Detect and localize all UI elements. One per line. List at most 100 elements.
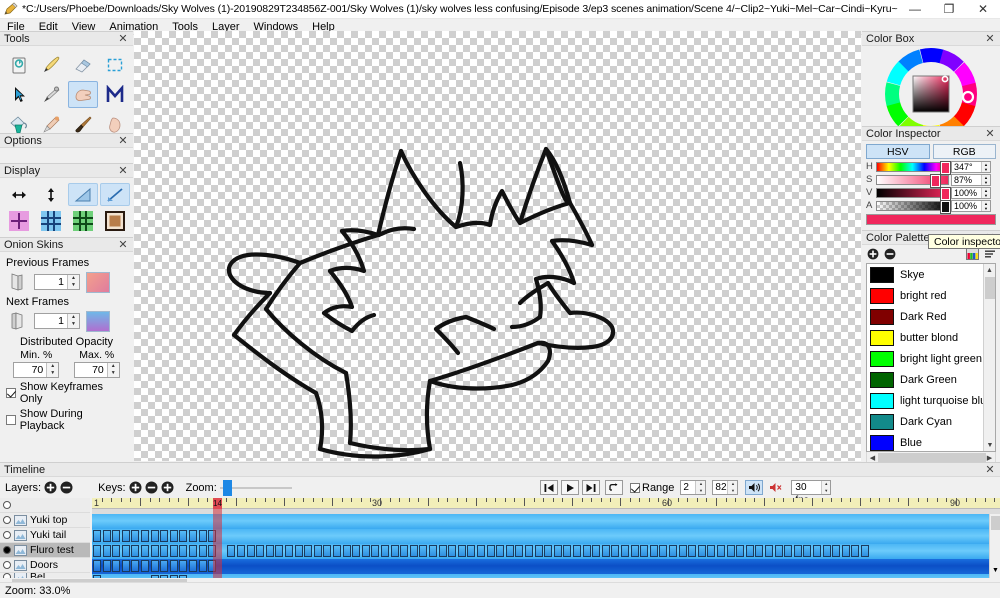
thirds-grid-icon[interactable] [36,209,66,232]
keyframe-cell[interactable] [169,545,178,557]
keyframe-cell[interactable] [419,545,428,557]
keyframe-cell[interactable] [160,530,169,542]
add-layer-icon[interactable] [44,481,57,494]
polyline-tool-button[interactable] [100,81,130,108]
next-frames-spinner[interactable]: 1 ▲ ▼ [34,313,80,329]
color-swatch[interactable] [870,371,894,388]
next-frames-arrows[interactable]: ▲ ▼ [67,314,79,328]
show-keyframes-only-row[interactable]: Show Keyframes Only [6,381,127,405]
keyframe-cell[interactable] [285,545,293,557]
keyframe-cell[interactable] [697,545,706,557]
color-swatch[interactable] [870,350,894,367]
safe-area-icon[interactable] [100,209,130,232]
keyframe-cell[interactable] [160,560,169,572]
keyframe-cell[interactable] [265,545,274,557]
keyframe-cell[interactable] [160,545,169,557]
keyframe-cell[interactable] [553,545,562,557]
hue-slider[interactable] [876,161,950,174]
keyframe-cell[interactable] [208,530,217,542]
track-row[interactable] [92,514,1000,529]
tab-hsv[interactable]: HSV [866,144,930,159]
show-during-playback-row[interactable]: Show During Playback [6,408,127,432]
keyframe-cell[interactable] [304,545,313,557]
color-swatch[interactable] [870,413,894,430]
keyframe-cell[interactable] [131,560,140,572]
keyframe-cell[interactable] [208,545,217,557]
keyframe-cell[interactable] [717,545,725,557]
list-item[interactable]: butter blond [867,327,995,348]
keyframe-cell[interactable] [169,560,178,572]
list-item[interactable]: bright light green [867,348,995,369]
keyframe-cell[interactable] [621,545,629,557]
flip-vertical-icon[interactable] [36,183,66,206]
keyframe-cell[interactable] [189,530,197,542]
color-swatch[interactable] [870,287,894,304]
keyframe-cell[interactable] [774,545,783,557]
timeline-ruler[interactable]: 1 30 60 90 [92,498,1000,509]
visibility-toggle-icon[interactable] [3,561,11,569]
keyframe-cell[interactable] [707,545,716,557]
previous-frames-arrows[interactable]: ▲ ▼ [67,275,79,289]
keyframe-cell[interactable] [189,560,197,572]
list-item[interactable]: bright red [867,285,995,306]
maximize-button[interactable]: ❐ [932,0,966,19]
keyframe-cell[interactable] [400,545,409,557]
next-onion-icon[interactable] [6,310,28,332]
add-key-icon[interactable] [129,481,142,494]
alpha-value-spinner[interactable]: 100% ▲ ▼ [951,199,991,212]
keyframe-cell[interactable] [457,545,466,557]
keyframe-cell[interactable] [736,545,745,557]
keyframe-cell[interactable] [630,545,639,557]
keyframe-cell[interactable] [198,560,207,572]
visibility-toggle-icon[interactable] [3,546,11,554]
keyframe-cell[interactable] [150,530,159,542]
keyframe-cell[interactable] [832,545,841,557]
keyframe-cell[interactable] [237,545,245,557]
keyframe-cell[interactable] [198,545,207,557]
timeline-zoom-slider[interactable] [219,479,292,496]
keyframe-cell[interactable] [112,530,121,542]
keyframe-cell[interactable] [112,545,121,557]
grid-icon[interactable] [68,209,98,232]
visibility-toggle-icon[interactable] [3,501,11,509]
keyframe-cell[interactable] [352,545,361,557]
keyframe-cell[interactable] [755,545,764,557]
pencil-tool-button[interactable] [36,51,66,78]
keyframe-cell[interactable] [93,530,101,542]
keyframe-cell[interactable] [390,545,399,557]
keyframe-cell[interactable] [198,530,207,542]
list-item[interactable]: Dark Cyan [867,411,995,432]
next-onion-color-swatch[interactable] [86,310,110,332]
value-slider-handle[interactable] [941,187,950,200]
sound-on-icon[interactable] [745,480,764,495]
remove-color-icon[interactable] [883,247,896,260]
keyframe-cell[interactable] [765,545,773,557]
sound-off-icon[interactable] [766,480,784,495]
keyframe-cell[interactable] [669,545,677,557]
saturation-slider[interactable] [876,174,949,187]
alpha-slider[interactable] [876,200,950,213]
list-item[interactable]: Dark Red [867,306,995,327]
fps-arrows[interactable]: ▲ ▼ [820,481,831,494]
keyframe-cell[interactable] [409,545,418,557]
keyframe-cell[interactable] [208,560,217,572]
keyframe-cell[interactable] [179,560,188,572]
keyframe-cell[interactable] [861,545,869,557]
close-button[interactable]: ✕ [966,0,1000,19]
min-opacity-spinner[interactable]: 70 ▲ ▼ [13,362,60,378]
keyframe-cell[interactable] [659,545,668,557]
keyframe-cell[interactable] [467,545,476,557]
keyframe-cell[interactable] [179,545,188,557]
center-guide-icon[interactable] [4,209,34,232]
range-end-arrows[interactable]: ▲ ▼ [727,481,738,494]
fps-spinner[interactable]: 30 fps ▲▼ [791,480,832,506]
eraser-tool-button[interactable] [68,51,98,78]
timeline-vertical-scrollbar[interactable]: ▼ [989,514,1000,578]
keyframe-cell[interactable] [294,545,303,557]
keyframe-cell[interactable] [323,545,332,557]
keyframe-cell[interactable] [333,545,341,557]
list-item[interactable]: Skye [867,264,995,285]
keyframe-cell[interactable] [563,545,572,557]
keyframe-cell[interactable] [649,545,658,557]
color-box-close-icon[interactable]: ✕ [983,32,997,45]
